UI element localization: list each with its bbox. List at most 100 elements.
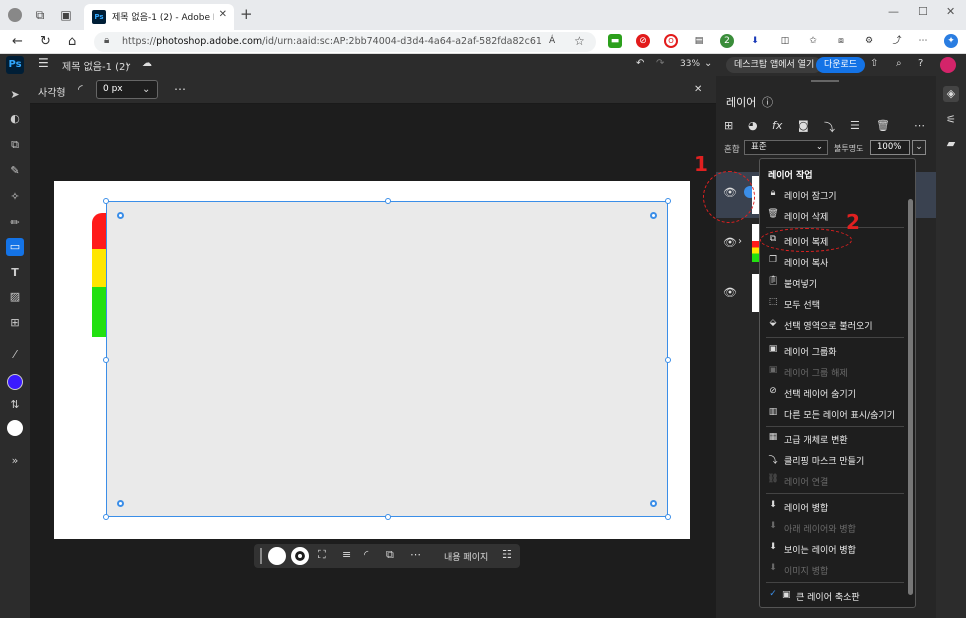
url-text[interactable]: https://photoshop.adobe.com/id/urn:aaid:…: [122, 36, 542, 47]
share-icon[interactable]: ⇧: [870, 58, 878, 69]
window-close-icon[interactable]: ✕: [946, 5, 955, 18]
avatar[interactable]: [940, 57, 956, 73]
new-tab-icon[interactable]: +: [240, 5, 253, 23]
extension-red-icon[interactable]: ⊘: [636, 34, 650, 48]
delete-layer-icon[interactable]: 🗑︎: [876, 119, 890, 132]
more-icon[interactable]: ⋯: [410, 548, 421, 561]
handle-bm[interactable]: [385, 514, 391, 520]
handle-ml[interactable]: [103, 357, 109, 363]
add-layer-icon[interactable]: ⊞: [724, 119, 733, 132]
eye-icon[interactable]: 👁︎: [723, 286, 737, 299]
drag-handle[interactable]: [260, 548, 262, 564]
reader-icon[interactable]: ▤: [692, 34, 706, 48]
fill-color-icon[interactable]: [268, 547, 286, 565]
menu-item-clipping-mask[interactable]: ⤵ 클리핑 마스크 만들기: [760, 451, 908, 469]
place-image-tool-icon[interactable]: ▨: [6, 288, 24, 306]
background-color-swatch[interactable]: [7, 420, 23, 436]
menu-item-merge-visible[interactable]: ⬇ 보이는 레이어 병합: [760, 540, 908, 558]
copilot-icon[interactable]: ✦: [944, 34, 958, 48]
corner-radius-handle[interactable]: [650, 212, 657, 219]
menu-item-link-layers[interactable]: ⛓ 레이어 연결: [760, 472, 908, 490]
menu-item-group-layers[interactable]: ▣ 레이어 그룹화: [760, 342, 908, 360]
rectangle-shape[interactable]: [103, 198, 671, 520]
opacity-input[interactable]: 100%: [870, 140, 910, 155]
menu-item-paste[interactable]: 📋︎ 붙여넣기: [760, 274, 908, 292]
menu-item-large-thumbnails[interactable]: ✓ 큰 레이어 축소판 ▣: [760, 587, 908, 605]
ps-logo-icon[interactable]: Ps: [6, 56, 24, 74]
crop-tool-icon[interactable]: ⧉: [6, 136, 24, 154]
refresh-icon[interactable]: ↻: [40, 34, 51, 49]
handle-tr[interactable]: [665, 198, 671, 204]
info-icon[interactable]: ⓘ: [762, 94, 773, 110]
canvas-workspace[interactable]: ⛶ ≡ ◜ ⧉ ⋯ 내용 페이지 ☷: [30, 104, 716, 618]
add-image-tool-icon[interactable]: ⊞: [6, 314, 24, 332]
handle-tm[interactable]: [385, 198, 391, 204]
tab-photoshop[interactable]: Ps 제목 없음-1 (2) - Adobe Photosh ✕: [84, 4, 234, 30]
type-tool-icon[interactable]: T: [6, 264, 24, 282]
brush-tool-icon[interactable]: ✏: [6, 214, 24, 232]
properties-icon[interactable]: ⚟: [943, 112, 959, 128]
menu-item-select-all[interactable]: ⬚ 모두 선택: [760, 295, 908, 313]
clip-icon[interactable]: ⤵: [824, 119, 835, 135]
profile-icon[interactable]: [8, 8, 22, 22]
read-aloud-icon[interactable]: Á: [549, 36, 555, 46]
corner-radius-handle[interactable]: [650, 500, 657, 507]
quick-select-tool-icon[interactable]: ◐: [6, 110, 24, 128]
foreground-color-swatch[interactable]: [7, 374, 23, 390]
settings-sliders-icon[interactable]: ☷: [502, 548, 512, 561]
tab-actions-icon[interactable]: ▣: [58, 7, 74, 23]
menu-item-ungroup-layers[interactable]: ▣ 레이어 그룹 해제: [760, 363, 908, 381]
download-button[interactable]: 다운로드: [816, 57, 866, 73]
stroke-color-icon[interactable]: [291, 547, 309, 565]
corner-radius-handle[interactable]: [117, 500, 124, 507]
home-icon[interactable]: ⌂: [68, 34, 76, 49]
healing-tool-icon[interactable]: ✎: [6, 162, 24, 180]
menu-item-copy-layer[interactable]: ❐ 레이어 복사: [760, 253, 908, 271]
fx-icon[interactable]: fx: [772, 119, 782, 132]
radius-dropdown-icon[interactable]: ⌄: [142, 84, 150, 95]
rectangle-tool-icon[interactable]: ▭: [6, 238, 24, 256]
close-options-icon[interactable]: ✕: [694, 84, 702, 95]
opera-icon[interactable]: O: [664, 34, 678, 48]
corner-icon[interactable]: ◜: [364, 548, 368, 561]
menu-icon[interactable]: ☰: [38, 56, 49, 70]
open-desktop-button[interactable]: 데스크탑 앱에서 열기: [726, 57, 823, 73]
menu-item-merge-down[interactable]: ⬇ 아래 레이어와 병합: [760, 519, 908, 537]
transform-icon[interactable]: ⛶: [318, 548, 326, 562]
handle-mr[interactable]: [665, 357, 671, 363]
swap-colors-icon[interactable]: ⇅: [6, 396, 24, 414]
zoom-chevron-icon[interactable]: ⌄: [704, 58, 712, 69]
minimize-icon[interactable]: —: [888, 5, 899, 18]
menu-item-flatten-image[interactable]: ⬇ 이미지 병합: [760, 561, 908, 579]
collections-icon[interactable]: ⧈: [834, 34, 848, 48]
layer-stack-icon[interactable]: ☰: [850, 119, 860, 132]
download-ext-icon[interactable]: ⬇: [748, 34, 762, 48]
content-page-label[interactable]: 내용 페이지: [444, 550, 488, 563]
move-tool-icon[interactable]: ➤: [6, 86, 24, 104]
layers-panel-icon[interactable]: ◈: [943, 86, 959, 102]
search-icon[interactable]: ⌕: [896, 58, 902, 69]
collections-icon[interactable]: ⧉: [32, 7, 48, 23]
back-icon[interactable]: ←: [12, 34, 23, 49]
zoom-level[interactable]: 33%: [680, 59, 700, 69]
duplicate-icon[interactable]: ⧉: [386, 548, 394, 562]
help-icon[interactable]: ?: [918, 58, 923, 69]
favorites-list-icon[interactable]: ✩: [806, 34, 820, 48]
menu-item-delete-layer[interactable]: 🗑︎ 레이어 삭제: [760, 207, 908, 225]
menu-item-load-selection[interactable]: ⬙ 선택 영역으로 불러오기: [760, 316, 908, 334]
corner-radius-handle[interactable]: [117, 212, 124, 219]
eyedropper-tool-icon[interactable]: ⁄: [6, 346, 24, 364]
favorite-icon[interactable]: ☆: [574, 34, 585, 48]
document-canvas[interactable]: [54, 181, 690, 539]
eye-icon[interactable]: 👁︎: [723, 236, 737, 249]
menu-item-show-hide-others[interactable]: ▥ 다른 모든 레이어 표시/숨기기: [760, 405, 908, 423]
split-screen-icon[interactable]: ◫: [778, 34, 792, 48]
handle-bl[interactable]: [103, 514, 109, 520]
stroke-weight-icon[interactable]: ≡: [342, 548, 351, 561]
opacity-chevron-icon[interactable]: ⌄: [912, 140, 926, 155]
menu-item-lock-layer[interactable]: 🔒︎ 레이어 잠그기: [760, 186, 908, 204]
more-options-icon[interactable]: ⋯: [174, 82, 186, 96]
mask-icon[interactable]: ◙: [798, 119, 809, 132]
more-icon[interactable]: ⋯: [916, 34, 930, 48]
redo-icon[interactable]: ↷: [656, 58, 664, 69]
